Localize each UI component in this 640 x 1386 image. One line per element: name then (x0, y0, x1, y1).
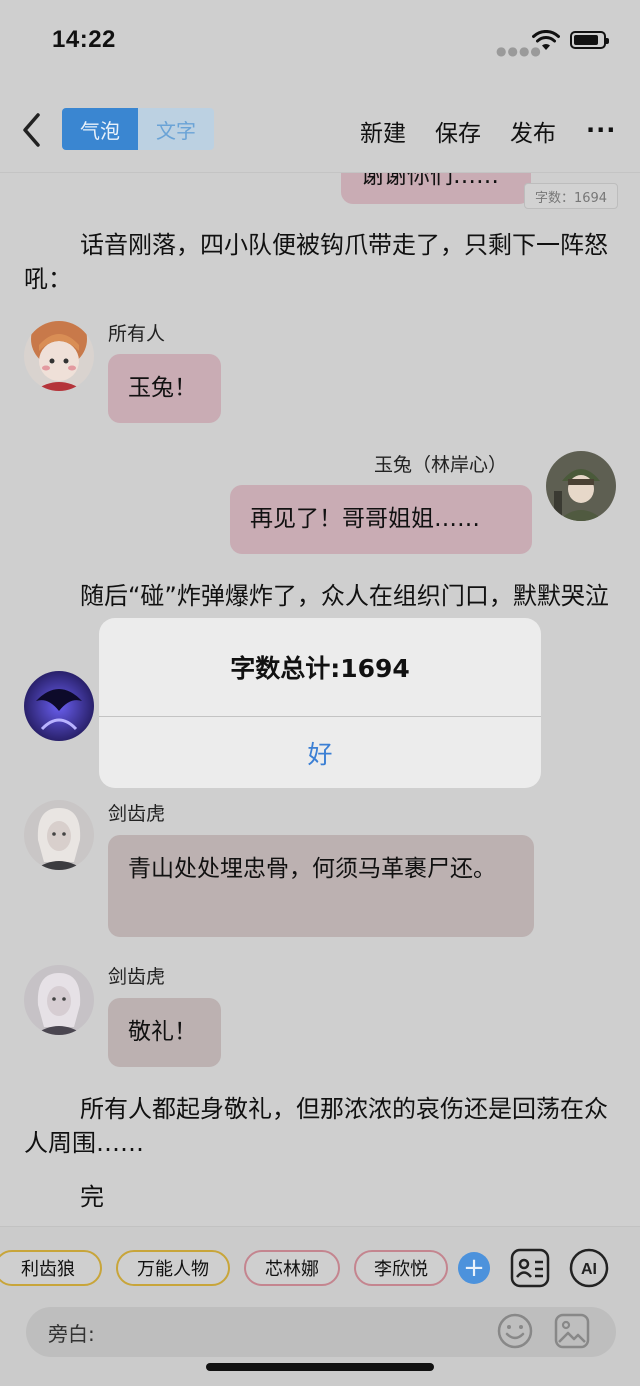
image-icon[interactable] (553, 1312, 591, 1350)
status-time: 14:22 (52, 26, 116, 53)
narration-paragraph[interactable]: 话音刚落，四小队便被钩爪带走了，只剩下一阵怒吼： (24, 228, 616, 296)
character-chip[interactable]: 万能人物 (116, 1250, 230, 1286)
message-bubble[interactable]: 再见了！哥哥姐姐…… (230, 485, 532, 554)
narration-paragraph[interactable]: 完 (24, 1180, 616, 1214)
sender-name: 剑齿虎 (108, 966, 166, 988)
new-button[interactable]: 新建 (360, 114, 406, 148)
back-icon[interactable] (20, 112, 44, 148)
narration-paragraph[interactable]: 随后“碰”炸弹爆炸了，众人在组织门口，默默哭泣 (24, 579, 616, 619)
anime-avatar-icon (24, 321, 94, 391)
word-count-badge: 字数：1694 (524, 183, 618, 209)
sender-name: 所有人 (108, 323, 166, 345)
message-bubble[interactable]: 青山处处埋忠骨，何须马革裹尸还。 (108, 835, 534, 937)
wifi-icon (532, 30, 560, 50)
word-count-alert: 字数总计:1694 好 (99, 618, 541, 788)
avatar[interactable] (24, 671, 94, 741)
character-chip[interactable]: 芯林娜 (244, 1250, 340, 1286)
publish-button[interactable]: 发布 (510, 114, 556, 148)
segment-bubble[interactable]: 气泡 (62, 108, 138, 150)
ai-icon[interactable]: AI (569, 1248, 609, 1288)
message-bubble[interactable]: 敬礼！ (108, 998, 221, 1067)
add-character-button[interactable]: + (458, 1252, 490, 1284)
sender-name: 剑齿虎 (108, 803, 166, 825)
avatar[interactable] (24, 965, 94, 1035)
contact-card-icon[interactable] (510, 1248, 550, 1288)
more-icon[interactable]: ··· (586, 116, 616, 144)
home-indicator (206, 1363, 434, 1371)
portrait-avatar-icon (24, 800, 94, 870)
emoji-icon[interactable] (496, 1312, 534, 1350)
alert-title: 字数总计:1694 (230, 654, 410, 683)
soldier-avatar-icon (546, 451, 616, 521)
message-bubble[interactable]: 谢谢你们…… (341, 173, 531, 204)
alert-ok-button[interactable]: 好 (99, 717, 541, 788)
mode-segmented-control[interactable]: 气泡 文字 (62, 108, 214, 150)
speaker-label: 旁白: (48, 1322, 95, 1346)
message-bubble[interactable]: 玉兔！ (108, 354, 221, 423)
character-chip[interactable]: 李欣悦 (354, 1250, 448, 1286)
character-chip-strip[interactable]: 利齿狼 万能人物 芯林娜 李欣悦 (0, 1250, 450, 1290)
battery-icon (570, 31, 609, 49)
svg-text:AI: AI (581, 1261, 597, 1278)
save-button[interactable]: 保存 (435, 114, 481, 148)
avatar[interactable] (24, 800, 94, 870)
character-chip[interactable]: 利齿狼 (0, 1250, 102, 1286)
portrait-avatar-icon (24, 965, 94, 1035)
dark-avatar-icon (24, 671, 94, 741)
narration-paragraph[interactable]: 所有人都起身敬礼，但那浓浓的哀伤还是回荡在众人周围…… (24, 1092, 616, 1160)
segment-text[interactable]: 文字 (138, 108, 214, 150)
avatar[interactable] (24, 321, 94, 391)
sender-name: 玉兔（林岸心） (374, 454, 508, 476)
avatar[interactable] (546, 451, 616, 521)
